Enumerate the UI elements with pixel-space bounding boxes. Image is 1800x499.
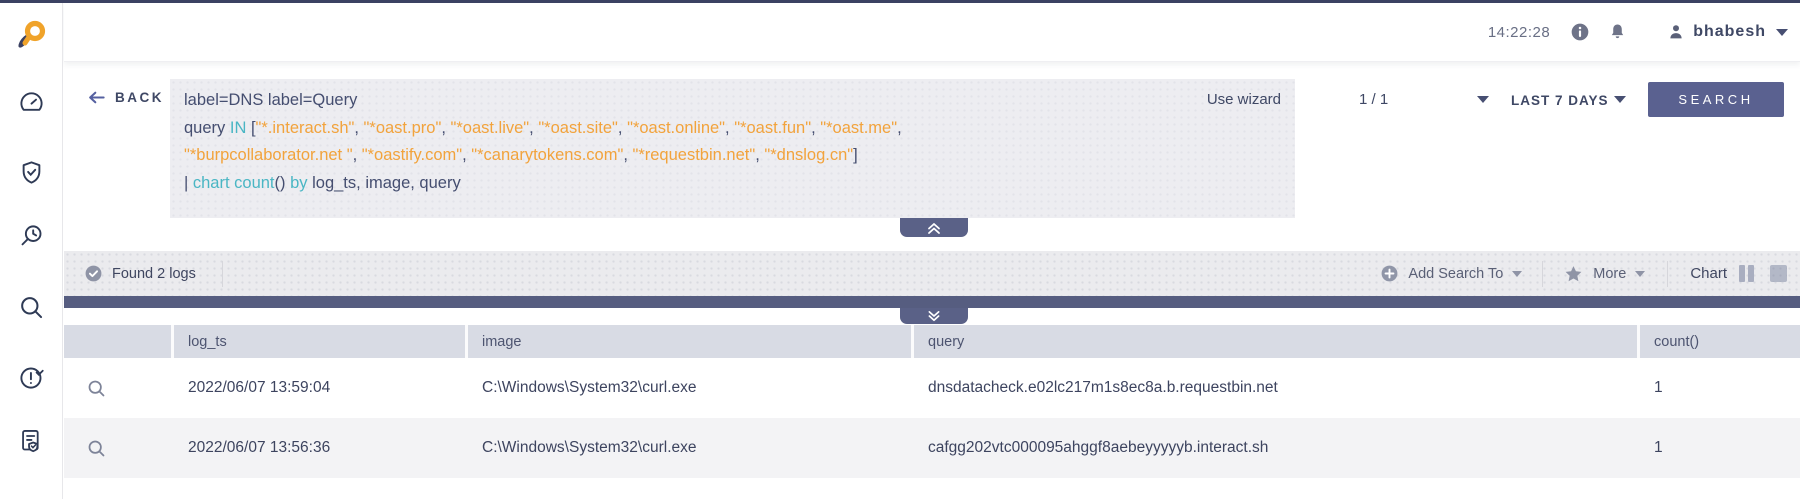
chart-label: Chart xyxy=(1690,265,1727,282)
found-logs-label: Found 2 logs xyxy=(112,266,196,282)
logpoint-logo[interactable] xyxy=(15,18,49,52)
collapse-search-button[interactable] xyxy=(900,218,968,237)
app-window: 14:22:28 bhabesh xyxy=(0,0,1800,499)
table-row: 2022/06/07 13:56:36 C:\Windows\System32\… xyxy=(64,418,1800,478)
back-button[interactable]: BACK xyxy=(87,89,164,106)
cell-count: 1 xyxy=(1640,418,1800,478)
time-range-selector[interactable]: LAST 7 DAYS xyxy=(1511,93,1609,108)
top-bar: 14:22:28 bhabesh xyxy=(64,3,1800,62)
column-header-count[interactable]: count() xyxy=(1640,325,1800,358)
search-icon[interactable] xyxy=(18,294,45,321)
time-range-caret-icon[interactable] xyxy=(1614,96,1626,103)
column-header-image[interactable]: image xyxy=(468,325,914,358)
results-table: log_ts image query count() 2022/06/07 13… xyxy=(64,325,1800,478)
incident-icon[interactable] xyxy=(18,364,45,391)
star-icon xyxy=(1563,264,1584,284)
column-header-query[interactable]: query xyxy=(914,325,1640,358)
cell-count: 1 xyxy=(1640,359,1800,417)
query-editor[interactable]: label=DNS label=Queryquery IN ["*.intera… xyxy=(170,79,1295,218)
user-avatar-icon xyxy=(1667,23,1685,41)
back-label: BACK xyxy=(115,90,164,105)
more-caret-icon xyxy=(1635,271,1645,277)
results-divider-bar xyxy=(64,296,1800,308)
username: bhabesh xyxy=(1693,23,1766,41)
column-header-actions xyxy=(64,325,174,358)
separator xyxy=(1542,261,1543,287)
search-history-icon[interactable] xyxy=(18,223,45,250)
query-text: label=DNS label=Queryquery IN ["*.intera… xyxy=(170,79,1295,205)
user-caret-icon xyxy=(1776,29,1788,36)
report-icon[interactable] xyxy=(18,427,45,454)
cell-log-ts: 2022/06/07 13:59:04 xyxy=(174,359,468,417)
bar-chart-view-icon[interactable] xyxy=(1739,265,1754,282)
add-search-to-label: Add Search To xyxy=(1408,266,1503,282)
search-button[interactable]: SEARCH xyxy=(1648,82,1784,117)
main-area: 14:22:28 bhabesh xyxy=(64,3,1800,499)
user-menu[interactable]: bhabesh xyxy=(1667,23,1788,41)
add-search-caret-icon xyxy=(1512,271,1522,277)
dashboard-icon[interactable] xyxy=(18,89,45,116)
page-indicator: 1 / 1 xyxy=(1359,91,1388,108)
results-actions: Add Search To More Chart xyxy=(1380,261,1787,287)
separator xyxy=(222,261,223,287)
column-header-log-ts[interactable]: log_ts xyxy=(174,325,468,358)
add-search-to-button[interactable]: Add Search To xyxy=(1380,264,1522,283)
search-section: BACK label=DNS label=Queryquery IN ["*.i… xyxy=(64,62,1800,251)
success-check-icon xyxy=(84,264,103,283)
cell-image: C:\Windows\System32\curl.exe xyxy=(468,418,914,478)
expand-results-button[interactable] xyxy=(900,308,968,324)
page-caret-icon[interactable] xyxy=(1477,96,1489,103)
chevron-down-icon xyxy=(924,310,944,323)
cell-query: dnsdatacheck.e02lc217m1s8ec8a.b.requestb… xyxy=(914,359,1640,417)
use-wizard-link[interactable]: Use wizard xyxy=(1207,91,1281,108)
more-label: More xyxy=(1593,266,1626,282)
row-search-icon[interactable] xyxy=(86,378,107,399)
top-accent-line xyxy=(0,0,1800,3)
sidebar-nav xyxy=(0,3,63,499)
shield-check-icon[interactable] xyxy=(18,159,45,186)
chevron-up-icon xyxy=(924,221,944,235)
row-search-icon[interactable] xyxy=(86,438,107,459)
more-button[interactable]: More xyxy=(1563,264,1645,284)
table-header: log_ts image query count() xyxy=(64,325,1800,358)
clock: 14:22:28 xyxy=(1488,24,1550,41)
grid-view-icon[interactable] xyxy=(1770,265,1787,282)
plus-circle-icon xyxy=(1380,264,1399,283)
separator xyxy=(1667,261,1668,287)
results-toolbar: Found 2 logs Add Search To More xyxy=(64,251,1800,296)
info-icon[interactable] xyxy=(1570,22,1590,42)
back-arrow-icon xyxy=(87,89,106,106)
table-row: 2022/06/07 13:59:04 C:\Windows\System32\… xyxy=(64,359,1800,417)
notifications-bell-icon[interactable] xyxy=(1608,22,1627,42)
cell-log-ts: 2022/06/07 13:56:36 xyxy=(174,418,468,478)
cell-image: C:\Windows\System32\curl.exe xyxy=(468,359,914,417)
cell-query: cafgg202vtc000095ahggf8aebeyyyyyb.intera… xyxy=(914,418,1640,478)
